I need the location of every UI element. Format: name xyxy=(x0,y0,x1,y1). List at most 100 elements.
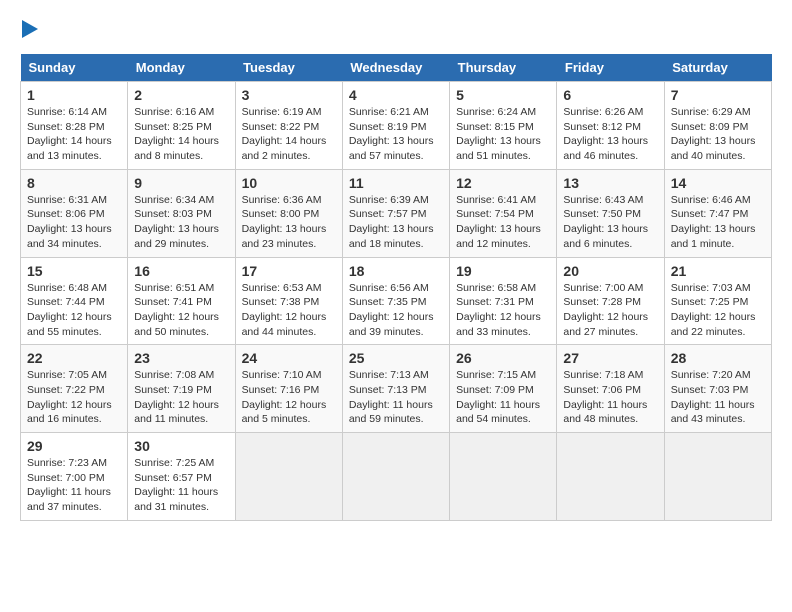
calendar-cell: 27 Sunrise: 7:18 AMSunset: 7:06 PMDayligh… xyxy=(557,345,664,433)
calendar-cell: 7 Sunrise: 6:29 AMSunset: 8:09 PMDaylight… xyxy=(664,82,771,170)
day-number: 19 xyxy=(456,263,550,279)
day-number: 7 xyxy=(671,87,765,103)
calendar-cell: 26 Sunrise: 7:15 AMSunset: 7:09 PMDayligh… xyxy=(450,345,557,433)
day-header-tuesday: Tuesday xyxy=(235,54,342,82)
day-header-monday: Monday xyxy=(128,54,235,82)
calendar-cell xyxy=(557,433,664,521)
day-info: Sunrise: 7:20 AMSunset: 7:03 PMDaylight:… xyxy=(671,368,765,427)
calendar-cell: 5 Sunrise: 6:24 AMSunset: 8:15 PMDaylight… xyxy=(450,82,557,170)
calendar-cell: 8Sunrise: 6:31 AMSunset: 8:06 PMDaylight… xyxy=(21,169,128,257)
calendar-cell xyxy=(450,433,557,521)
calendar-week-row: 29 Sunrise: 7:23 AMSunset: 7:00 PMDayligh… xyxy=(21,433,772,521)
day-number: 1 xyxy=(27,87,121,103)
day-info: Sunrise: 6:21 AMSunset: 8:19 PMDaylight:… xyxy=(349,105,443,164)
day-number: 23 xyxy=(134,350,228,366)
day-header-friday: Friday xyxy=(557,54,664,82)
calendar-cell: 29 Sunrise: 7:23 AMSunset: 7:00 PMDayligh… xyxy=(21,433,128,521)
day-info: Sunrise: 7:23 AMSunset: 7:00 PMDaylight:… xyxy=(27,456,121,515)
day-number: 12 xyxy=(456,175,550,191)
day-header-saturday: Saturday xyxy=(664,54,771,82)
day-header-thursday: Thursday xyxy=(450,54,557,82)
day-number: 27 xyxy=(563,350,657,366)
day-info: Sunrise: 7:13 AMSunset: 7:13 PMDaylight:… xyxy=(349,368,443,427)
calendar-cell: 24 Sunrise: 7:10 AMSunset: 7:16 PMDayligh… xyxy=(235,345,342,433)
day-info: Sunrise: 6:39 AMSunset: 7:57 PMDaylight:… xyxy=(349,193,443,252)
calendar-cell: 17 Sunrise: 6:53 AMSunset: 7:38 PMDayligh… xyxy=(235,257,342,345)
day-number: 30 xyxy=(134,438,228,454)
calendar-cell: 18 Sunrise: 6:56 AMSunset: 7:35 PMDayligh… xyxy=(342,257,449,345)
day-info: Sunrise: 6:16 AMSunset: 8:25 PMDaylight:… xyxy=(134,105,228,164)
day-number: 29 xyxy=(27,438,121,454)
day-info: Sunrise: 6:41 AMSunset: 7:54 PMDaylight:… xyxy=(456,193,550,252)
calendar-cell: 30 Sunrise: 7:25 AMSunset: 6:57 PMDayligh… xyxy=(128,433,235,521)
page-header xyxy=(20,20,772,38)
day-number: 18 xyxy=(349,263,443,279)
day-info: Sunrise: 6:31 AMSunset: 8:06 PMDaylight:… xyxy=(27,193,121,252)
day-info: Sunrise: 6:58 AMSunset: 7:31 PMDaylight:… xyxy=(456,281,550,340)
day-number: 3 xyxy=(242,87,336,103)
day-info: Sunrise: 6:24 AMSunset: 8:15 PMDaylight:… xyxy=(456,105,550,164)
calendar-cell: 20 Sunrise: 7:00 AMSunset: 7:28 PMDayligh… xyxy=(557,257,664,345)
logo xyxy=(20,20,38,38)
day-info: Sunrise: 7:15 AMSunset: 7:09 PMDaylight:… xyxy=(456,368,550,427)
day-number: 20 xyxy=(563,263,657,279)
day-info: Sunrise: 7:03 AMSunset: 7:25 PMDaylight:… xyxy=(671,281,765,340)
day-number: 24 xyxy=(242,350,336,366)
calendar-cell: 16 Sunrise: 6:51 AMSunset: 7:41 PMDayligh… xyxy=(128,257,235,345)
day-number: 13 xyxy=(563,175,657,191)
calendar-cell xyxy=(342,433,449,521)
day-info: Sunrise: 7:00 AMSunset: 7:28 PMDaylight:… xyxy=(563,281,657,340)
calendar-week-row: 22 Sunrise: 7:05 AMSunset: 7:22 PMDayligh… xyxy=(21,345,772,433)
calendar-cell: 10 Sunrise: 6:36 AMSunset: 8:00 PMDayligh… xyxy=(235,169,342,257)
day-number: 16 xyxy=(134,263,228,279)
calendar-cell: 19 Sunrise: 6:58 AMSunset: 7:31 PMDayligh… xyxy=(450,257,557,345)
day-info: Sunrise: 7:08 AMSunset: 7:19 PMDaylight:… xyxy=(134,368,228,427)
day-header-sunday: Sunday xyxy=(21,54,128,82)
day-info: Sunrise: 7:10 AMSunset: 7:16 PMDaylight:… xyxy=(242,368,336,427)
calendar-week-row: 1 Sunrise: 6:14 AMSunset: 8:28 PMDaylight… xyxy=(21,82,772,170)
day-info: Sunrise: 7:25 AMSunset: 6:57 PMDaylight:… xyxy=(134,456,228,515)
day-info: Sunrise: 6:48 AMSunset: 7:44 PMDaylight:… xyxy=(27,281,121,340)
day-number: 21 xyxy=(671,263,765,279)
calendar-cell: 25 Sunrise: 7:13 AMSunset: 7:13 PMDayligh… xyxy=(342,345,449,433)
day-info: Sunrise: 6:14 AMSunset: 8:28 PMDaylight:… xyxy=(27,105,121,164)
calendar-cell: 6Sunrise: 6:26 AMSunset: 8:12 PMDaylight… xyxy=(557,82,664,170)
day-number: 5 xyxy=(456,87,550,103)
day-number: 17 xyxy=(242,263,336,279)
calendar-cell: 22 Sunrise: 7:05 AMSunset: 7:22 PMDayligh… xyxy=(21,345,128,433)
day-number: 4 xyxy=(349,87,443,103)
day-info: Sunrise: 6:34 AMSunset: 8:03 PMDaylight:… xyxy=(134,193,228,252)
day-number: 10 xyxy=(242,175,336,191)
day-info: Sunrise: 6:19 AMSunset: 8:22 PMDaylight:… xyxy=(242,105,336,164)
day-info: Sunrise: 6:29 AMSunset: 8:09 PMDaylight:… xyxy=(671,105,765,164)
day-info: Sunrise: 6:36 AMSunset: 8:00 PMDaylight:… xyxy=(242,193,336,252)
calendar-header-row: SundayMondayTuesdayWednesdayThursdayFrid… xyxy=(21,54,772,82)
logo-arrow-icon xyxy=(22,20,38,38)
day-number: 11 xyxy=(349,175,443,191)
day-number: 6 xyxy=(563,87,657,103)
calendar-cell: 11 Sunrise: 6:39 AMSunset: 7:57 PMDayligh… xyxy=(342,169,449,257)
calendar-cell: 15Sunrise: 6:48 AMSunset: 7:44 PMDayligh… xyxy=(21,257,128,345)
day-number: 25 xyxy=(349,350,443,366)
day-info: Sunrise: 7:18 AMSunset: 7:06 PMDaylight:… xyxy=(563,368,657,427)
day-number: 2 xyxy=(134,87,228,103)
calendar-cell: 13 Sunrise: 6:43 AMSunset: 7:50 PMDayligh… xyxy=(557,169,664,257)
day-info: Sunrise: 6:53 AMSunset: 7:38 PMDaylight:… xyxy=(242,281,336,340)
day-number: 26 xyxy=(456,350,550,366)
calendar-table: SundayMondayTuesdayWednesdayThursdayFrid… xyxy=(20,54,772,521)
calendar-cell: 2 Sunrise: 6:16 AMSunset: 8:25 PMDaylight… xyxy=(128,82,235,170)
day-info: Sunrise: 6:51 AMSunset: 7:41 PMDaylight:… xyxy=(134,281,228,340)
calendar-cell: 9Sunrise: 6:34 AMSunset: 8:03 PMDaylight… xyxy=(128,169,235,257)
day-number: 22 xyxy=(27,350,121,366)
day-header-wednesday: Wednesday xyxy=(342,54,449,82)
day-info: Sunrise: 6:56 AMSunset: 7:35 PMDaylight:… xyxy=(349,281,443,340)
day-info: Sunrise: 6:46 AMSunset: 7:47 PMDaylight:… xyxy=(671,193,765,252)
calendar-cell: 14Sunrise: 6:46 AMSunset: 7:47 PMDayligh… xyxy=(664,169,771,257)
calendar-cell: 3 Sunrise: 6:19 AMSunset: 8:22 PMDaylight… xyxy=(235,82,342,170)
calendar-cell: 1 Sunrise: 6:14 AMSunset: 8:28 PMDaylight… xyxy=(21,82,128,170)
calendar-cell: 23 Sunrise: 7:08 AMSunset: 7:19 PMDayligh… xyxy=(128,345,235,433)
day-info: Sunrise: 6:43 AMSunset: 7:50 PMDaylight:… xyxy=(563,193,657,252)
calendar-week-row: 8Sunrise: 6:31 AMSunset: 8:06 PMDaylight… xyxy=(21,169,772,257)
calendar-cell: 4 Sunrise: 6:21 AMSunset: 8:19 PMDaylight… xyxy=(342,82,449,170)
day-info: Sunrise: 7:05 AMSunset: 7:22 PMDaylight:… xyxy=(27,368,121,427)
